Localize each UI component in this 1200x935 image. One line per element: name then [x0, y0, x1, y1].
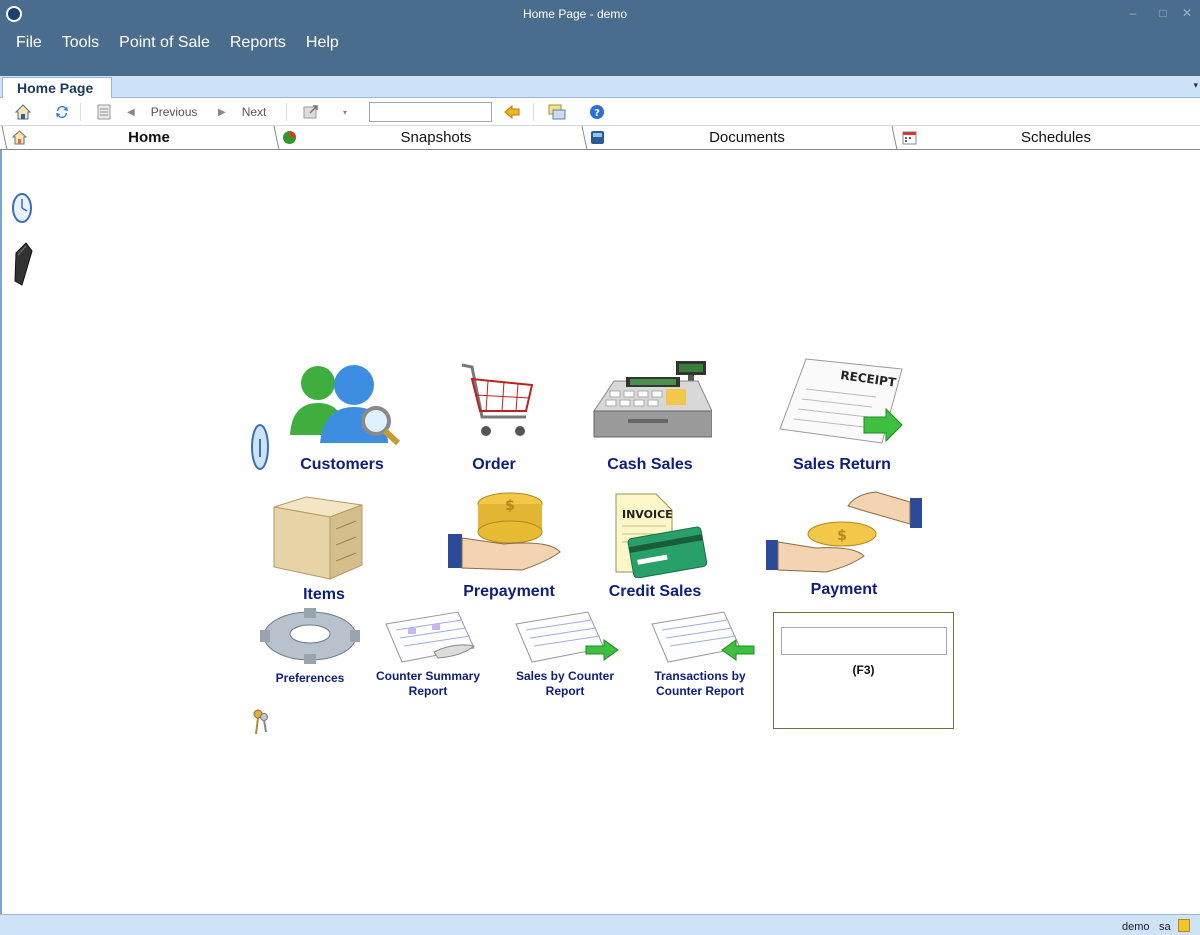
title-bar: Home Page - demo – □ ✕ File Tools Point …: [0, 0, 1200, 76]
counter-summary-report-module[interactable]: Counter Summary Report: [366, 608, 490, 699]
sales-return-module[interactable]: RECEIPT Sales Return: [776, 355, 908, 474]
go-back-button[interactable]: [503, 102, 521, 122]
svg-text:$: $: [505, 498, 515, 514]
svg-text:INVOICE: INVOICE: [622, 508, 673, 521]
status-note-icon[interactable]: [1178, 919, 1190, 932]
payment-hands-icon: $: [766, 491, 922, 573]
cabinet-icon: [273, 496, 363, 580]
counter-summary-report-label: Counter Summary Report: [375, 669, 481, 698]
export-icon: [303, 105, 318, 119]
tab-schedules[interactable]: Schedules: [910, 126, 1200, 150]
help-button[interactable]: ?: [588, 102, 606, 122]
credit-sales-label: Credit Sales: [608, 583, 702, 600]
customers-module[interactable]: Customers: [280, 355, 404, 474]
quick-search-input[interactable]: [781, 627, 947, 655]
customers-label: Customers: [300, 456, 384, 473]
app-window: Home Page - demo – □ ✕ File Tools Point …: [0, 0, 1200, 935]
cash-sales-module[interactable]: Cash Sales: [588, 355, 713, 474]
gear-icon: [260, 608, 360, 664]
list-icon: [97, 104, 111, 120]
arrow-left-icon: ◀: [127, 106, 135, 118]
maximize-button[interactable]: □: [1152, 4, 1174, 22]
tab-list-dropdown-icon[interactable]: ▾: [1193, 80, 1198, 91]
document-tab-strip: Home Page ▾: [0, 76, 1200, 98]
info-icon[interactable]: [250, 423, 270, 471]
clock-icon[interactable]: [12, 193, 32, 223]
svg-text:$: $: [837, 528, 847, 544]
menu-help[interactable]: Help: [296, 30, 349, 56]
export-dropdown-button[interactable]: ▾: [343, 102, 347, 122]
menu-reports[interactable]: Reports: [220, 30, 296, 56]
transactions-by-counter-report-label: Transactions by Counter Report: [654, 669, 746, 698]
cash-register-icon: [593, 361, 713, 438]
export-button[interactable]: [302, 102, 320, 122]
status-user: sa: [1159, 921, 1171, 933]
keys-icon[interactable]: [250, 708, 270, 736]
transactions-by-counter-report-module[interactable]: Transactions by Counter Report: [640, 608, 760, 699]
credit-sales-module[interactable]: INVOICE Credit Sales: [600, 492, 710, 601]
customers-icon: [290, 365, 401, 446]
report-arrow-right-icon: [515, 611, 619, 663]
chevron-down-icon: ▾: [343, 107, 348, 117]
refresh-button[interactable]: [53, 102, 71, 122]
menu-bar: File Tools Point of Sale Reports Help: [6, 30, 349, 56]
status-database: demo: [1122, 921, 1150, 933]
preferences-module[interactable]: Preferences: [256, 608, 364, 686]
report-calendar-icon: [385, 611, 476, 663]
previous-button[interactable]: ◀ Previous: [127, 102, 197, 122]
next-button[interactable]: ▶ Next: [218, 102, 266, 122]
arrow-right-icon: ▶: [218, 106, 226, 118]
menu-point-of-sale[interactable]: Point of Sale: [109, 30, 220, 56]
sales-by-counter-report-module[interactable]: Sales by Counter Report: [506, 608, 624, 699]
shopping-cart-icon: [461, 363, 534, 436]
report-arrow-left-icon: [651, 611, 755, 663]
search-input[interactable]: [369, 102, 492, 122]
help-icon: ?: [590, 105, 604, 119]
prepayment-module[interactable]: $ Prepayment: [446, 490, 572, 601]
items-module[interactable]: Items: [266, 495, 382, 604]
sales-return-label: Sales Return: [793, 456, 891, 473]
refresh-icon: [56, 106, 68, 118]
close-button[interactable]: ✕: [1176, 4, 1198, 22]
preferences-label: Preferences: [275, 671, 345, 685]
content-tab-bar: Home Snapshots Documents Schedules: [0, 126, 1200, 150]
menu-file[interactable]: File: [6, 30, 52, 56]
next-label: Next: [241, 105, 267, 119]
tab-documents[interactable]: Documents: [600, 126, 894, 150]
doc-tab-home-page[interactable]: Home Page: [2, 77, 112, 98]
home-icon: [14, 104, 32, 120]
coins-hand-icon: $: [448, 492, 561, 571]
home-button[interactable]: [14, 102, 32, 122]
minimize-button[interactable]: –: [1122, 4, 1144, 22]
comments-button[interactable]: [548, 102, 566, 122]
sales-by-counter-report-label: Sales by Counter Report: [515, 669, 615, 698]
status-bar: demo sa: [0, 914, 1200, 935]
yellow-arrow-left-icon: [504, 104, 520, 120]
quick-search-shortcut-label: (F3): [852, 663, 875, 677]
prepayment-label: Prepayment: [463, 583, 555, 600]
window-title: Home Page - demo: [522, 7, 628, 21]
order-label: Order: [472, 456, 516, 473]
svg-text:?: ?: [594, 108, 600, 119]
items-label: Items: [303, 586, 345, 603]
invoice-card-icon: INVOICE: [615, 493, 708, 579]
tab-home[interactable]: Home: [20, 126, 278, 150]
payment-module[interactable]: $ Payment: [764, 490, 924, 599]
tab-snapshots[interactable]: Snapshots: [290, 126, 582, 150]
slate-icon[interactable]: [12, 241, 34, 286]
order-module[interactable]: Order: [448, 355, 540, 474]
receipt-return-icon: RECEIPT: [779, 358, 903, 444]
cash-sales-label: Cash Sales: [607, 456, 693, 473]
menu-tools[interactable]: Tools: [52, 30, 109, 56]
comment-icon: [548, 104, 566, 120]
list-view-button[interactable]: [95, 102, 113, 122]
previous-label: Previous: [150, 105, 198, 119]
payment-label: Payment: [810, 581, 878, 598]
quick-search-panel: (F3): [773, 612, 954, 729]
